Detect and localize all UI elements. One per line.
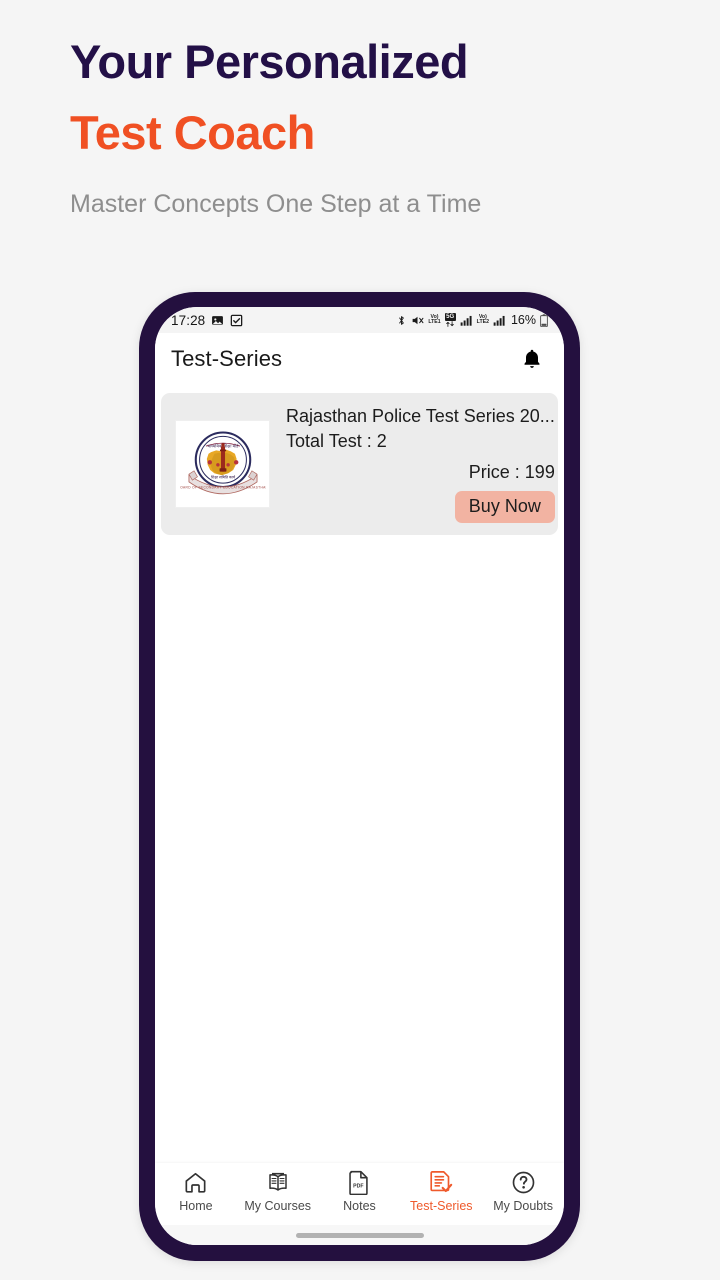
promo-headline-line1: Your Personalized xyxy=(70,35,469,88)
open-book-icon xyxy=(265,1169,291,1195)
volte1-icon: Vo) LTE1 xyxy=(428,314,441,326)
image-icon xyxy=(211,314,224,327)
nav-label-home: Home xyxy=(179,1199,213,1213)
promo-headline-line2: Test Coach xyxy=(70,106,315,159)
status-bar-left: 17:28 xyxy=(171,313,243,328)
status-bar: 17:28 Vo) LTE1 5G Vo) LTE2 16% xyxy=(155,307,564,333)
page-title: Test-Series xyxy=(171,346,283,371)
nav-label-my-courses: My Courses xyxy=(244,1199,312,1213)
bottom-navigation: Home My Courses PDF Notes Test-Series My… xyxy=(155,1163,564,1225)
signal-bars-icon xyxy=(460,315,473,326)
test-series-total-tests: Total Test : 2 xyxy=(286,431,387,452)
nav-label-my-doubts: My Doubts xyxy=(493,1199,553,1213)
buy-now-button[interactable]: Buy Now xyxy=(454,491,555,524)
bluetooth-icon xyxy=(396,314,407,327)
svg-text:BOARD OF SECONDARY EDUCATION R: BOARD OF SECONDARY EDUCATION RAJASTHAN xyxy=(180,486,266,490)
test-series-price: Price : 199 xyxy=(468,462,555,483)
home-indicator-bar[interactable] xyxy=(295,1232,424,1238)
battery-percent-label: 16% xyxy=(510,313,536,327)
battery-icon xyxy=(540,313,548,327)
nav-label-test-series: Test-Series xyxy=(410,1199,473,1213)
nav-item-notes[interactable]: PDF Notes xyxy=(319,1169,399,1213)
pdf-file-icon: PDF xyxy=(348,1169,370,1195)
buy-button-row: Buy Now xyxy=(286,491,555,524)
question-circle-icon xyxy=(511,1169,536,1195)
status-bar-right: Vo) LTE1 5G Vo) LTE2 16% xyxy=(396,313,548,327)
promo-subtitle: Master Concepts One Step at a Time xyxy=(70,190,482,218)
5g-icon: 5G xyxy=(444,313,456,327)
app-bar: Test-Series xyxy=(155,333,564,385)
5g-arrows-icon xyxy=(446,321,454,327)
home-indicator-area xyxy=(155,1225,564,1245)
network-5g-label: 5G xyxy=(444,313,456,321)
test-series-title: Rajasthan Police Test Series 20... xyxy=(286,406,555,426)
phone-frame: 17:28 Vo) LTE1 5G Vo) LTE2 16% Test-Seri… xyxy=(139,292,580,1261)
test-series-list: माध्यमिक शिक्षा बोर्ड शिक्षा समिति कार्य xyxy=(155,385,564,1163)
nav-item-my-courses[interactable]: My Courses xyxy=(238,1169,318,1213)
nav-label-notes: Notes xyxy=(343,1199,376,1213)
phone-screen: 17:28 Vo) LTE1 5G Vo) LTE2 16% Test-Seri… xyxy=(155,307,564,1245)
nav-item-home[interactable]: Home xyxy=(156,1169,236,1213)
home-icon xyxy=(183,1169,208,1195)
rajasthan-board-emblem-icon: माध्यमिक शिक्षा बोर्ड शिक्षा समिति कार्य xyxy=(175,420,270,509)
test-series-card[interactable]: माध्यमिक शिक्षा बोर्ड शिक्षा समिति कार्य xyxy=(161,393,558,536)
nav-item-test-series[interactable]: Test-Series xyxy=(401,1169,481,1213)
nav-item-my-doubts[interactable]: My Doubts xyxy=(483,1169,563,1213)
promo-header: Your Personalized Test Coach Master Conc… xyxy=(70,38,650,223)
checkbox-icon xyxy=(230,314,243,327)
bell-icon[interactable] xyxy=(520,347,544,372)
svg-text:शिक्षा समिति कार्य: शिक्षा समिति कार्य xyxy=(210,474,235,479)
test-series-card-body: Rajasthan Police Test Series 20... Total… xyxy=(270,405,555,524)
status-time: 17:28 xyxy=(171,312,206,328)
document-check-icon xyxy=(429,1169,453,1195)
volte2-bottom-label: LTE2 xyxy=(476,319,489,325)
mute-icon xyxy=(411,314,424,327)
signal-bars-icon-2 xyxy=(493,315,506,326)
volte1-bottom-label: LTE1 xyxy=(428,319,441,325)
volte2-icon: Vo) LTE2 xyxy=(476,314,489,326)
pdf-badge-label: PDF xyxy=(354,1183,364,1189)
